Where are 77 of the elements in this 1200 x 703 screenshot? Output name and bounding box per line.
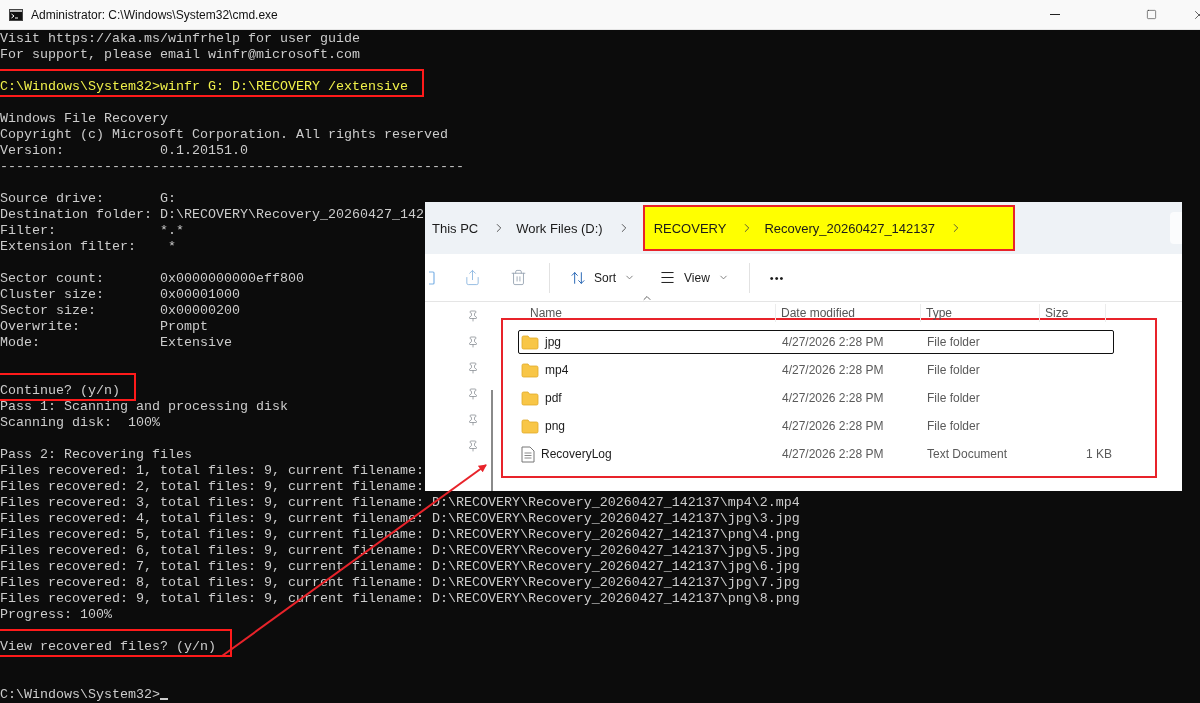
folder-icon xyxy=(521,334,539,350)
date-cell-text: 4/27/2026 2:28 PM xyxy=(782,363,885,377)
file-name: pdf xyxy=(545,391,562,405)
pin-icon[interactable] xyxy=(467,414,479,426)
type-cell-text: File folder xyxy=(927,363,981,377)
column-header[interactable]: Size xyxy=(1040,304,1106,322)
date-cell-text: 4/27/2026 2:28 PM xyxy=(782,447,885,461)
terminal-line: Extension filter: * xyxy=(0,239,176,255)
column-header[interactable]: Name xyxy=(513,304,776,322)
column-header[interactable]: Date modified xyxy=(776,304,921,322)
pin-icon[interactable] xyxy=(467,388,479,400)
folder-icon xyxy=(521,390,539,406)
terminal-line: Copyright (c) Microsoft Corporation. All rights reserved xyxy=(0,127,448,143)
pin-icon[interactable] xyxy=(467,362,479,374)
type-cell-text: Text Document xyxy=(927,447,1009,461)
file-name: RecoveryLog xyxy=(541,447,612,461)
breadcrumb-item[interactable]: This PC xyxy=(432,220,489,236)
terminal-line: Filter: *.* xyxy=(0,223,184,239)
terminal-line: Files recovered: 3, total files: 9, current filename: D:\RECOVERY\Recovery_20260427_142137\mp4\2.mp4 xyxy=(0,495,800,511)
terminal-line: Scanning disk: 100% xyxy=(0,415,160,431)
scrollbar[interactable] xyxy=(491,390,493,491)
terminal-line: Version: 0.1.20151.0 xyxy=(0,143,248,159)
breadcrumb-item[interactable]: RECOVERY xyxy=(653,220,737,236)
sort-arrows-icon xyxy=(570,269,586,286)
text-file-icon xyxy=(521,445,535,463)
terminal-line: Files recovered: 7, total files: 9, current filename: D:\RECOVERY\Recovery_20260427_142137\jpg\6.jpg xyxy=(0,559,800,575)
window-title: Administrator: C:\Windows\System32\cmd.exe xyxy=(31,7,279,22)
minimize-icon xyxy=(1050,14,1060,15)
column-header[interactable]: Type xyxy=(921,304,1040,322)
file-name: jpg xyxy=(545,335,561,349)
maximize-icon xyxy=(1145,9,1157,20)
terminal-line: Files recovered: 2, total files: 9, current filename: xyxy=(0,479,424,495)
terminal-line: Pass 2: Recovering files xyxy=(0,447,192,463)
pin-icon[interactable] xyxy=(467,336,479,348)
terminal-line: Cluster size: 0x00001000 xyxy=(0,287,240,303)
terminal-line: Progress: 100% xyxy=(0,607,112,623)
terminal-line: Visit https://aka.ms/winfrhelp for user guide xyxy=(0,31,360,47)
size-cell-text: 1 KB xyxy=(1085,447,1112,461)
file-row[interactable]: pdf 4/27/2026 2:28 PM File folder xyxy=(518,386,1114,410)
file-name: png xyxy=(545,419,566,433)
type-cell-text: File folder xyxy=(927,335,981,349)
terminal-line: Destination folder: D:\RECOVERY\Recovery_20260427_142 xyxy=(0,207,424,223)
file-row[interactable]: jpg 4/27/2026 2:28 PM File folder xyxy=(518,330,1114,354)
file-row[interactable]: RecoveryLog 4/27/2026 2:28 PM Text Document 1 KB xyxy=(518,442,1114,466)
folder-icon xyxy=(521,418,539,434)
terminal-line: Files recovered: 1, total files: 9, current filename: xyxy=(0,463,424,479)
date-cell-text: 4/27/2026 2:28 PM xyxy=(782,391,885,405)
lines-icon xyxy=(659,269,676,286)
terminal-line: Sector count: 0x0000000000eff800 xyxy=(0,271,304,287)
terminal-line: Sector size: 0x00000200 xyxy=(0,303,240,319)
terminal-prompt: C:\Windows\System32> xyxy=(0,687,160,703)
file-row[interactable]: png 4/27/2026 2:28 PM File folder xyxy=(518,414,1114,438)
maximize-button[interactable] xyxy=(1144,7,1158,22)
terminal-line: Source drive: G: xyxy=(0,191,176,207)
terminal-line: Windows File Recovery xyxy=(0,111,168,127)
terminal-line: Overwrite: Prompt xyxy=(0,319,208,335)
date-cell-text: 4/27/2026 2:28 PM xyxy=(782,335,885,349)
terminal-line: Pass 1: Scanning and processing disk xyxy=(0,399,288,415)
type-cell-text: File folder xyxy=(927,391,981,405)
file-name: mp4 xyxy=(545,363,569,377)
breadcrumb-item[interactable]: Recovery_20260427_142137 xyxy=(764,220,945,236)
terminal-line: For support, please email winfr@microsoft.com xyxy=(0,47,360,63)
folder-icon xyxy=(521,362,539,378)
text-cursor xyxy=(159,698,168,700)
sort-button[interactable]: Sort xyxy=(558,261,647,294)
pin-icon[interactable] xyxy=(467,310,479,322)
terminal-line: ---------------------------------------------------------- xyxy=(0,159,464,175)
file-row[interactable]: mp4 4/27/2026 2:28 PM File folder xyxy=(518,358,1114,382)
search-field[interactable] xyxy=(1170,212,1182,244)
more-options-button[interactable]: ••• xyxy=(757,261,797,294)
terminal-line: Mode: Extensive xyxy=(0,335,232,351)
breadcrumb-item[interactable]: Work Files (D:) xyxy=(516,220,613,236)
date-cell-text: 4/27/2026 2:28 PM xyxy=(782,419,885,433)
type-cell-text: File folder xyxy=(927,419,981,433)
view-button[interactable]: View xyxy=(647,261,741,294)
terminal-icon xyxy=(9,8,23,21)
pin-icon[interactable] xyxy=(467,440,479,452)
